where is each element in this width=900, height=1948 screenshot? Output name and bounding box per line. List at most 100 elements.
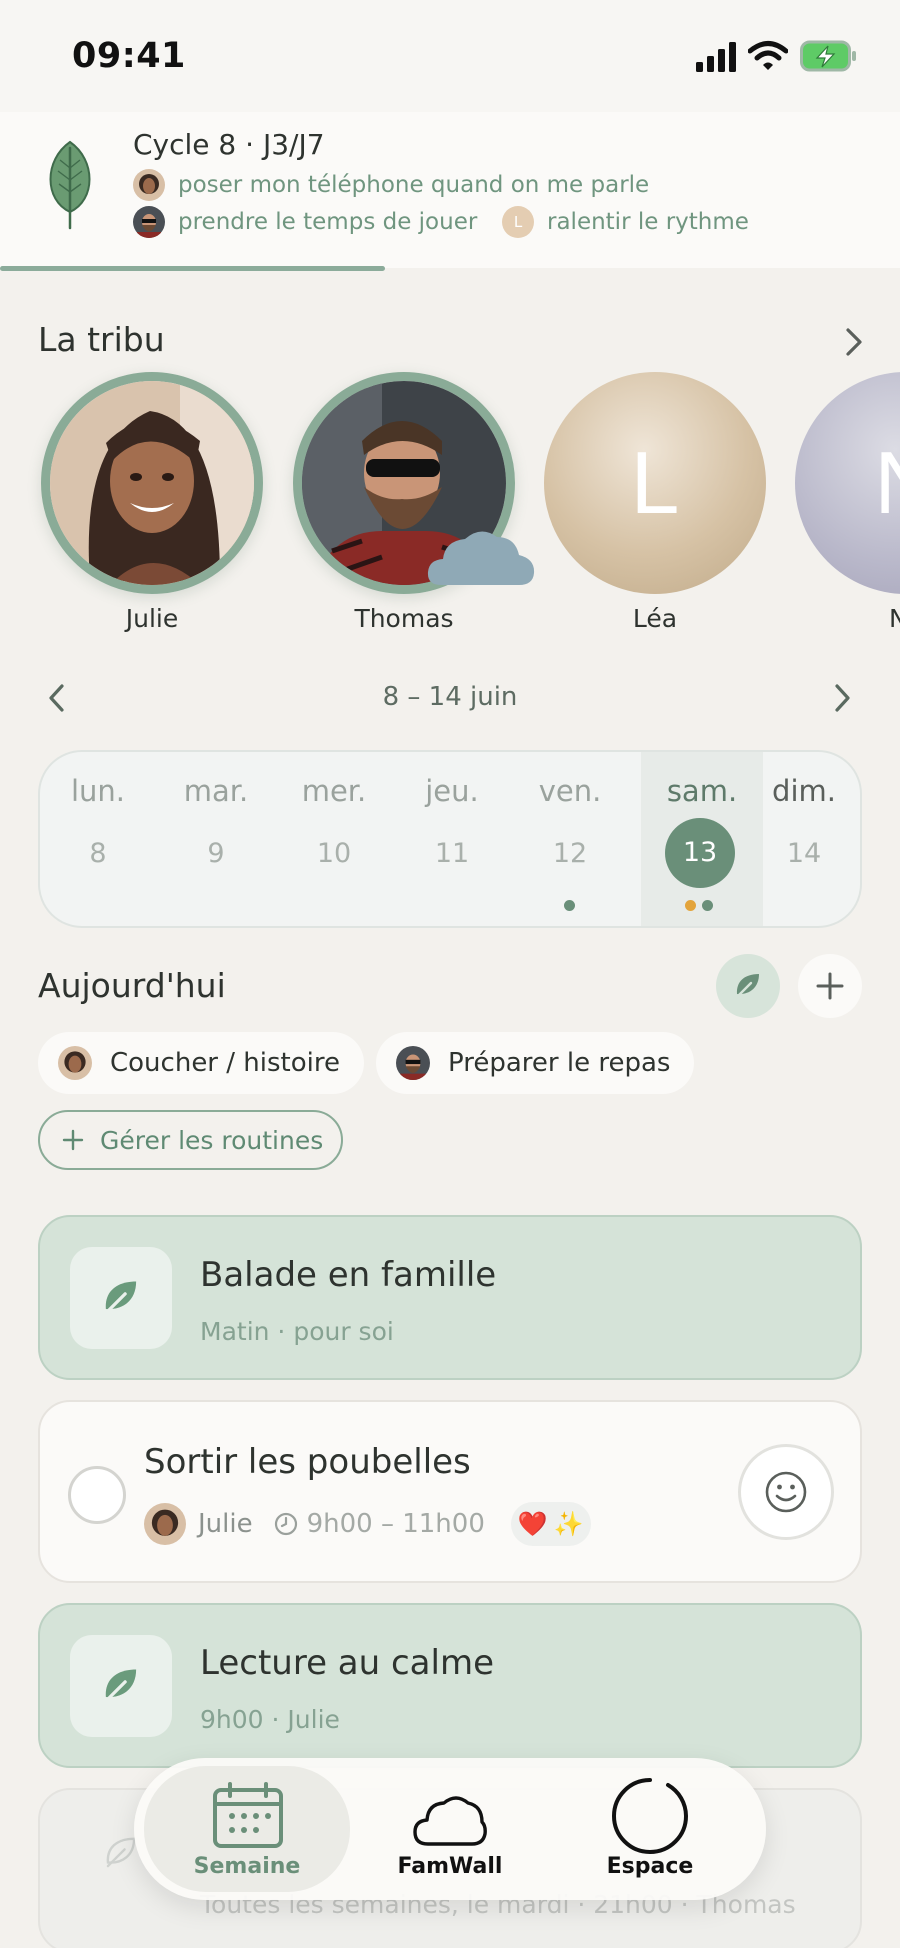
tab-espace[interactable]: Espace: [550, 1766, 750, 1892]
day-name: dim.: [772, 774, 836, 808]
goal-text: ralentir le rythme: [547, 209, 749, 235]
day-name: mar.: [183, 774, 249, 808]
activity-icon: [70, 1247, 172, 1349]
goal-item: L ralentir le rythme: [502, 206, 749, 238]
leaf-icon: [49, 140, 91, 230]
chevron-right-icon[interactable]: [842, 326, 866, 358]
event-dot: [685, 900, 696, 911]
cycle-title: Cycle 8 · J3/J7: [133, 128, 325, 161]
clock-icon: [274, 1512, 297, 1536]
tribe-member-name: No: [889, 604, 900, 633]
routine-chip[interactable]: Préparer le repas: [376, 1032, 695, 1094]
heart-reaction-icon: ❤️: [517, 1510, 548, 1538]
goal-item: prendre le temps de jouer: [133, 206, 477, 238]
tribe-member-avatar: N: [795, 372, 900, 594]
battery-charging-icon: [800, 40, 856, 72]
sparkles-reaction-icon: ✨: [553, 1510, 584, 1538]
tribe-member-name: Léa: [632, 604, 678, 633]
task-assignee: Julie: [198, 1509, 253, 1539]
tribe-member-julie[interactable]: [41, 372, 263, 594]
goal-text: poser mon téléphone quand on me parle: [178, 172, 650, 198]
tab-label: FamWall: [397, 1854, 503, 1879]
activity-icon: [70, 1635, 172, 1737]
day-tuesday[interactable]: mar. 9: [157, 752, 275, 926]
activity-card[interactable]: Lecture au calme 9h00 · Julie: [38, 1603, 862, 1768]
goal-text: prendre le temps de jouer: [178, 209, 478, 235]
chevron-left-icon[interactable]: [46, 682, 68, 714]
espace-ring-icon: [612, 1778, 689, 1854]
week-range: 8 – 14 juin: [382, 682, 518, 712]
task-meta: Julie 9h00 – 11h00 ❤️ ✨: [144, 1502, 591, 1546]
event-dot: [702, 900, 713, 911]
tribe-member-name: Julie: [125, 604, 179, 633]
chevron-right-icon[interactable]: [831, 682, 853, 714]
tribe-member-overflow[interactable]: N No: [795, 360, 900, 640]
activity-subtitle: Matin · pour soi: [200, 1317, 394, 1346]
event-dot: [564, 900, 575, 911]
day-name: mer.: [301, 774, 367, 808]
day-monday[interactable]: lun. 8: [40, 752, 157, 926]
day-sunday[interactable]: dim. 14: [745, 752, 860, 926]
task-card[interactable]: Sortir les poubelles Julie 9h00 – 11h00 …: [38, 1400, 862, 1583]
avatar: [144, 1503, 186, 1545]
avatar-photo: [50, 381, 254, 585]
add-button[interactable]: [798, 954, 862, 1018]
today-title: Aujourd'hui: [38, 966, 226, 1005]
cloud-mood-icon: [427, 531, 535, 585]
day-name: ven.: [538, 774, 602, 808]
routine-label: Préparer le repas: [448, 1048, 671, 1078]
tab-label: Espace: [606, 1854, 694, 1879]
activity-subtitle: 9h00 · Julie: [200, 1705, 340, 1734]
task-time: 9h00 – 11h00: [306, 1509, 485, 1539]
leaf-icon: [735, 974, 759, 999]
reactions[interactable]: ❤️ ✨: [510, 1502, 591, 1546]
mood-button[interactable]: [738, 1444, 834, 1540]
avatar: L: [502, 206, 534, 238]
tribe-title: La tribu: [38, 320, 165, 359]
leaf-icon: [104, 1669, 137, 1703]
calendar-icon: [213, 1782, 283, 1848]
task-checkbox[interactable]: [68, 1466, 126, 1524]
today-indicator: 13: [665, 818, 735, 888]
day-number: 14: [786, 838, 822, 869]
day-number: 9: [207, 838, 225, 869]
avatar: [58, 1046, 92, 1080]
day-name: jeu.: [425, 774, 479, 808]
manage-routines-button[interactable]: Gérer les routines: [38, 1110, 343, 1170]
goal-item: poser mon téléphone quand on me parle: [133, 169, 649, 201]
tab-famwall[interactable]: FamWall: [350, 1766, 550, 1892]
day-wednesday[interactable]: mer. 10: [275, 752, 393, 926]
day-thursday[interactable]: jeu. 11: [393, 752, 511, 926]
tab-label: Semaine: [193, 1854, 301, 1879]
week-calendar: lun. 8 mar. 9 mer. 10 jeu. 11 ven. 12 sa…: [38, 750, 862, 928]
wifi-icon: [748, 41, 788, 70]
cellular-signal-icon: [696, 42, 736, 72]
routine-label: Coucher / histoire: [110, 1048, 340, 1078]
tab-semaine[interactable]: Semaine: [144, 1766, 350, 1892]
activity-title: Lecture au calme: [200, 1643, 494, 1683]
day-friday[interactable]: ven. 12: [511, 752, 629, 926]
avatar-initial: L: [630, 433, 680, 532]
leaf-filter-button[interactable]: [716, 954, 780, 1018]
task-title: Sortir les poubelles: [144, 1442, 471, 1482]
routine-chip[interactable]: Coucher / histoire: [38, 1032, 364, 1094]
avatar: [133, 169, 165, 201]
plus-icon: [816, 972, 844, 1000]
day-number: 10: [316, 838, 352, 869]
cycle-progress-bar: [0, 266, 385, 271]
leaf-icon: [104, 1281, 137, 1315]
avatar: [396, 1046, 430, 1080]
day-number: 11: [434, 838, 470, 869]
tribe-member-lea[interactable]: L: [544, 372, 766, 594]
cloud-icon: [413, 1796, 487, 1846]
bottom-tab-bar: Semaine FamWall Espace: [134, 1758, 766, 1900]
activity-card[interactable]: Balade en famille Matin · pour soi: [38, 1215, 862, 1380]
avatar-initial: N: [874, 432, 900, 534]
manage-routines-label: Gérer les routines: [100, 1125, 324, 1155]
plus-icon: [62, 1129, 84, 1151]
tribe-member-name: Thomas: [354, 604, 454, 633]
avatar: [133, 206, 165, 238]
day-number: 8: [89, 838, 107, 869]
smiley-icon: [765, 1471, 807, 1513]
status-time: 09:41: [72, 36, 186, 76]
